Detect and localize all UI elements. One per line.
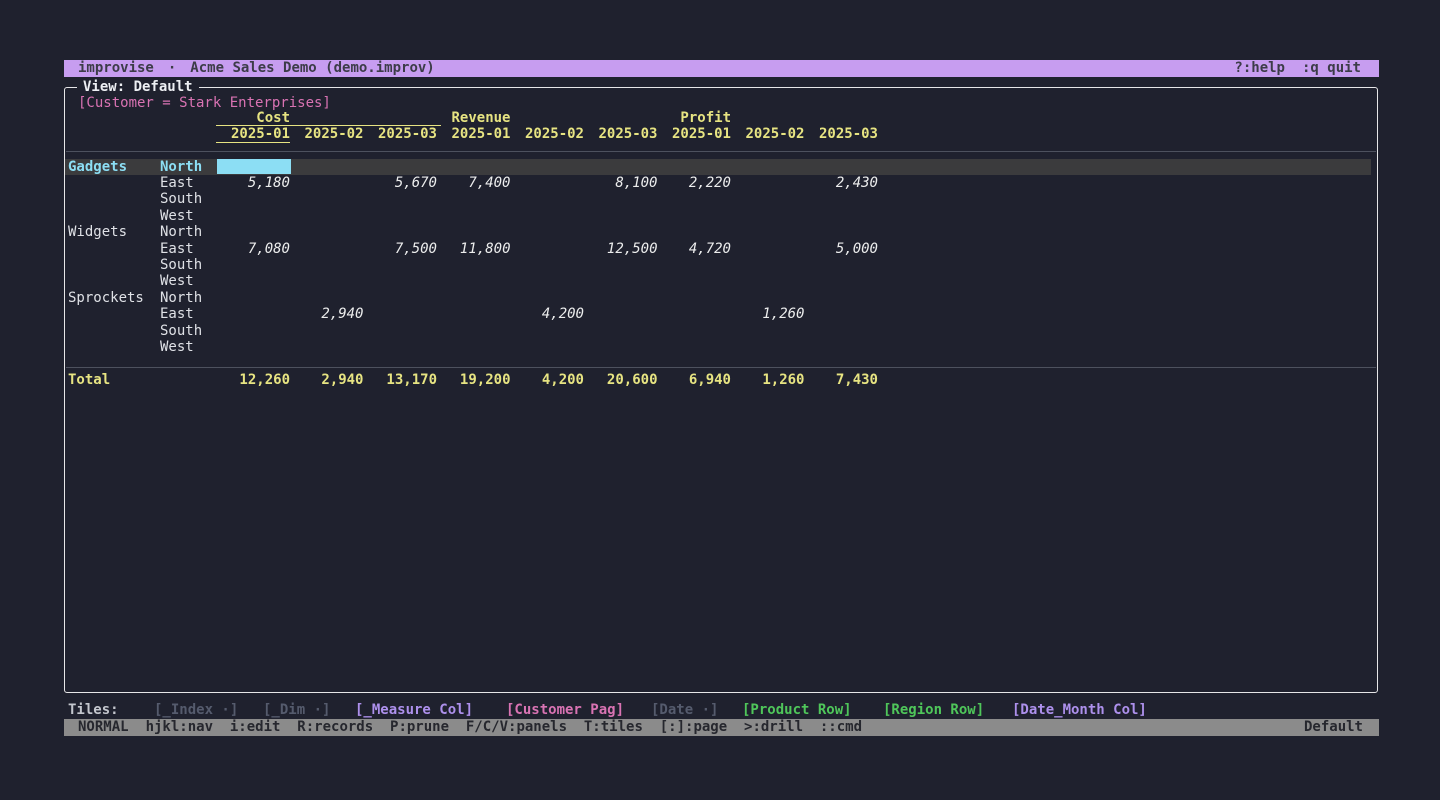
keybinding-hints: hjkl:nav i:edit R:records P:prune F/C/V:… (146, 719, 862, 735)
total-cell: 7,430 (806, 372, 878, 388)
month-column-header: 2025-01 (441, 126, 511, 142)
month-column-header: 2025-01 (220, 126, 290, 142)
app-name: improvise (78, 60, 154, 76)
product-row-label: Sprockets (68, 290, 156, 306)
pivot-cell[interactable]: 11,800 (439, 241, 511, 257)
month-column-header: 2025-01 (661, 126, 731, 142)
month-header-row: 2025-012025-022025-032025-012025-022025-… (64, 126, 1378, 142)
view-title: View: Default (77, 79, 199, 95)
pivot-row: South (64, 323, 1378, 339)
status-bar-left: NORMAL hjkl:nav i:edit R:records P:prune … (78, 719, 862, 736)
tile-index[interactable]: [_Index ·] (154, 702, 238, 719)
total-cell: 12,260 (218, 372, 290, 388)
month-column-header: 2025-02 (514, 126, 584, 142)
region-row-label: West (160, 208, 216, 224)
month-column-header: 2025-02 (735, 126, 805, 142)
month-column-header: 2025-03 (588, 126, 658, 142)
pivot-cell[interactable]: 2,430 (806, 175, 878, 191)
total-label: Total (68, 372, 156, 388)
pivot-cell[interactable]: 5,180 (218, 175, 290, 191)
total-cell: 13,170 (365, 372, 437, 388)
tile-customer-pag[interactable]: [Customer Pag] (506, 702, 624, 719)
filter-indicator: [Customer = Stark Enterprises] (78, 95, 331, 111)
pivot-cell[interactable]: 12,500 (586, 241, 658, 257)
pivot-cell[interactable]: 5,000 (806, 241, 878, 257)
pivot-cell[interactable]: 8,100 (586, 175, 658, 191)
month-column-header: 2025-03 (367, 126, 437, 142)
document-title: Acme Sales Demo (demo.improv) (190, 60, 434, 76)
total-cell: 4,200 (512, 372, 584, 388)
tile-date[interactable]: [Date ·] (651, 702, 718, 719)
terminal-screen: improvise·Acme Sales Demo (demo.improv) … (0, 0, 1440, 800)
total-cell: 20,600 (586, 372, 658, 388)
pivot-row: West (64, 208, 1378, 224)
help-hint: ?:help (1234, 60, 1285, 76)
pivot-cell[interactable]: 7,500 (365, 241, 437, 257)
status-view-name: Default (1304, 719, 1363, 736)
pivot-row: South (64, 257, 1378, 273)
selected-column-underline (216, 142, 290, 144)
product-row-label: Widgets (68, 224, 156, 240)
pivot-cell[interactable]: 4,720 (659, 241, 731, 257)
total-cell: 1,260 (733, 372, 805, 388)
measure-group-header: Profit (621, 110, 731, 126)
quit-hint: :q quit (1302, 60, 1361, 76)
tile-product-row[interactable]: [Product Row] (742, 702, 852, 719)
title-separator-icon: · (168, 60, 176, 76)
pivot-row: GadgetsNorth (64, 159, 1378, 175)
pivot-cell[interactable]: 1,260 (733, 306, 805, 322)
region-row-label: West (160, 273, 216, 289)
total-row: Total 12,2602,94013,17019,2004,20020,6006… (64, 372, 1378, 388)
pivot-row: West (64, 273, 1378, 289)
tile-region-row[interactable]: [Region Row] (883, 702, 984, 719)
product-row-label: Gadgets (68, 159, 156, 175)
region-row-label: East (160, 306, 216, 322)
region-row-label: North (160, 290, 216, 306)
pivot-row: South (64, 191, 1378, 207)
region-row-label: East (160, 175, 216, 191)
pivot-row: WidgetsNorth (64, 224, 1378, 240)
tiles-bar-label: Tiles: (68, 702, 119, 719)
pivot-cell[interactable]: 2,220 (659, 175, 731, 191)
region-row-label: North (160, 224, 216, 240)
region-row-label: South (160, 191, 216, 207)
pivot-row: SprocketsNorth (64, 290, 1378, 306)
tiles-bar: Tiles: [_Index ·] [_Dim ·] [_Measure Col] [… (0, 702, 1440, 719)
mode-indicator: NORMAL (78, 719, 129, 735)
total-cell: 19,200 (439, 372, 511, 388)
pivot-cell[interactable]: 2,940 (292, 306, 364, 322)
region-row-label: South (160, 257, 216, 273)
total-cell: 2,940 (292, 372, 364, 388)
region-row-label: West (160, 339, 216, 355)
region-row-label: South (160, 323, 216, 339)
selected-cell-cursor[interactable] (217, 159, 291, 174)
pivot-row: East 2,940 4,200 1,260 (64, 306, 1378, 322)
tile-measure-col[interactable]: [_Measure Col] (355, 702, 473, 719)
title-bar-left: improvise · Acme Sales Demo (demo.improv) (78, 60, 435, 77)
title-bar-right: ?:help :q quit (1234, 60, 1361, 77)
total-separator (66, 367, 1376, 368)
tile-dim[interactable]: [_Dim ·] (263, 702, 330, 719)
region-row-label: North (160, 159, 216, 175)
pivot-cell[interactable]: 7,080 (218, 241, 290, 257)
pivot-cell[interactable]: 4,200 (512, 306, 584, 322)
tile-date-month-col[interactable]: [Date_Month Col] (1012, 702, 1147, 719)
pivot-row: East7,080 7,50011,800 12,5004,720 5,000 (64, 241, 1378, 257)
header-separator (66, 151, 1376, 152)
pivot-cell[interactable]: 7,400 (439, 175, 511, 191)
region-row-label: East (160, 241, 216, 257)
title-bar: improvise·Acme Sales Demo (demo.improv) … (64, 60, 1379, 77)
month-column-header: 2025-03 (808, 126, 878, 142)
total-cell: 6,940 (659, 372, 731, 388)
status-bar: NORMAL hjkl:nav i:edit R:records P:prune … (64, 719, 1379, 736)
month-column-header: 2025-02 (294, 126, 364, 142)
pivot-row: East5,180 5,6707,400 8,1002,220 2,430 (64, 175, 1378, 191)
pivot-cell[interactable]: 5,670 (365, 175, 437, 191)
pivot-row: West (64, 339, 1378, 355)
